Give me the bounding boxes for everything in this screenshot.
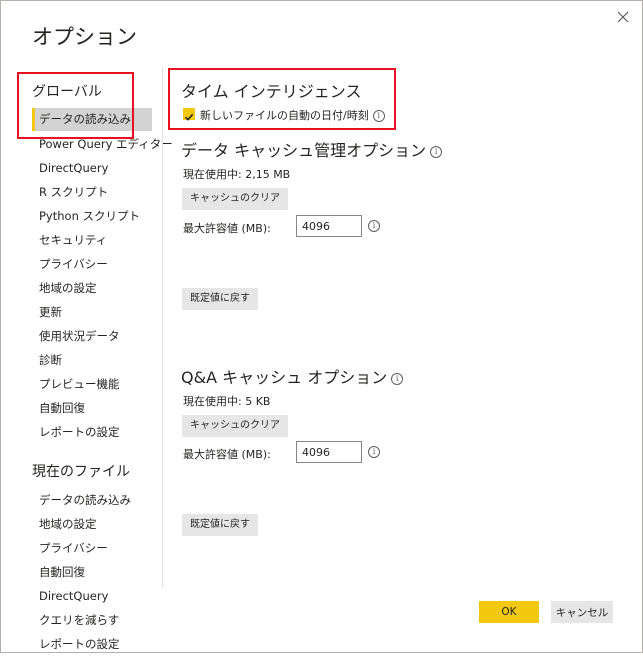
data-cache-reset-button[interactable]: 既定値に戻す [182, 288, 258, 310]
highlight-box-time-intelligence [168, 68, 396, 130]
data-cache-current-usage: 現在使用中: 2,15 MB [183, 168, 291, 181]
qa-cache-reset-button[interactable]: 既定値に戻す [182, 514, 258, 536]
sidebar-item-file-data-load[interactable]: データの読み込み [32, 489, 152, 512]
info-icon[interactable]: i [430, 145, 443, 158]
sidebar-item-regional-settings[interactable]: 地域の設定 [32, 277, 152, 300]
data-cache-max-label: 最大許容値 (MB): [183, 222, 271, 235]
qa-cache-row: Q&A キャッシュ オプション i [181, 364, 404, 388]
sidebar-item-file-reduce-queries[interactable]: クエリを減らす [32, 609, 152, 632]
sidebar-item-usage-data[interactable]: 使用状況データ [32, 325, 152, 348]
sidebar-item-diagnostics[interactable]: 診断 [32, 349, 152, 372]
close-button[interactable] [612, 6, 634, 28]
data-cache-row: データ キャッシュ管理オプション i [181, 137, 443, 161]
qa-cache-max-label: 最大許容値 (MB): [183, 448, 271, 461]
options-dialog: オプション グローバル データの読み込み Power Query エディター D… [0, 0, 643, 653]
dialog-title: オプション [32, 25, 137, 49]
sidebar-item-privacy[interactable]: プライバシー [32, 253, 152, 276]
sidebar-divider [162, 67, 163, 587]
sidebar-item-file-directquery[interactable]: DirectQuery [32, 585, 152, 608]
close-icon[interactable] [612, 6, 634, 28]
info-icon[interactable]: i [368, 220, 380, 232]
sidebar-item-file-regional-settings[interactable]: 地域の設定 [32, 513, 152, 536]
sidebar-item-preview-features[interactable]: プレビュー機能 [32, 373, 152, 396]
qa-cache-clear-button[interactable]: キャッシュのクリア [182, 415, 288, 437]
sidebar-item-security[interactable]: セキュリティ [32, 229, 152, 252]
info-icon[interactable]: i [368, 446, 380, 458]
sidebar-item-r-script[interactable]: R スクリプト [32, 181, 152, 204]
sidebar-item-python-script[interactable]: Python スクリプト [32, 205, 152, 228]
cancel-button[interactable]: キャンセル [551, 601, 613, 623]
qa-cache-heading: Q&A キャッシュ オプション [181, 368, 388, 387]
data-cache-clear-button[interactable]: キャッシュのクリア [182, 188, 288, 210]
info-icon[interactable]: i [391, 372, 404, 385]
sidebar-item-report-settings[interactable]: レポートの設定 [32, 421, 152, 444]
sidebar-item-file-auto-recovery[interactable]: 自動回復 [32, 561, 152, 584]
current-file-heading: 現在のファイル [32, 464, 130, 480]
data-cache-max-input[interactable] [296, 215, 362, 237]
qa-cache-max-input[interactable] [296, 441, 362, 463]
data-cache-heading: データ キャッシュ管理オプション [181, 141, 427, 160]
sidebar-item-updates[interactable]: 更新 [32, 301, 152, 324]
ok-button[interactable]: OK [479, 601, 539, 623]
sidebar-item-file-privacy[interactable]: プライバシー [32, 537, 152, 560]
sidebar-item-directquery[interactable]: DirectQuery [32, 157, 152, 180]
highlight-box-global [17, 72, 134, 139]
qa-cache-current-usage: 現在使用中: 5 KB [183, 395, 271, 408]
sidebar-item-auto-recovery[interactable]: 自動回復 [32, 397, 152, 420]
